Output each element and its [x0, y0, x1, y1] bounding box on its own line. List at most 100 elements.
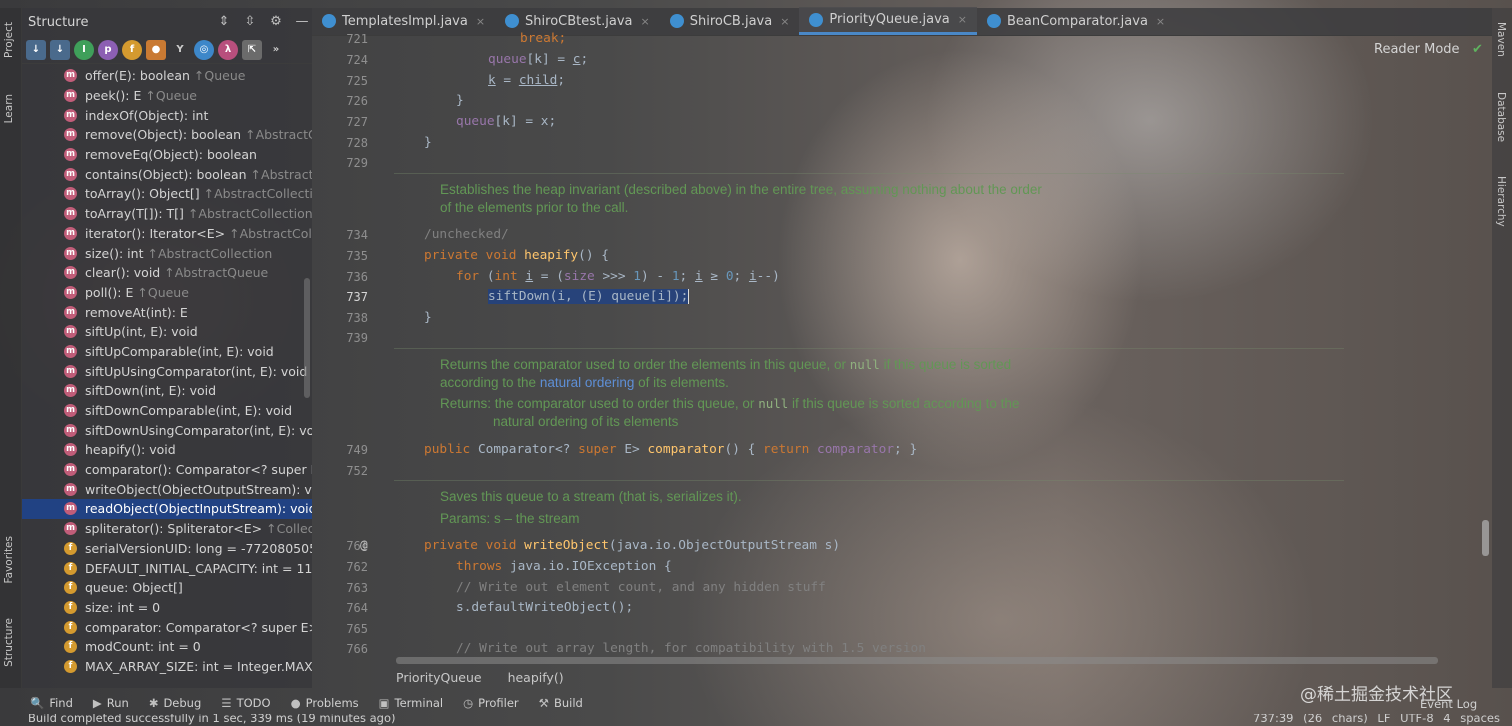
- editor-tab[interactable]: TemplatesImpl.java ×: [312, 7, 495, 35]
- structure-method-item[interactable]: m poll(): E ↑Queue: [22, 283, 312, 303]
- structure-item-origin: ↑Collec: [266, 521, 312, 537]
- code-line: private void writeObject(java.io.ObjectO…: [424, 538, 841, 553]
- structure-method-item[interactable]: m comparator(): Comparator<? super E>: [22, 460, 312, 480]
- hide-panel-icon[interactable]: —: [292, 12, 312, 32]
- structure-field-item[interactable]: f queue: Object[]: [22, 578, 312, 598]
- line-number: 749: [346, 443, 368, 457]
- hierarchy-tool-tab[interactable]: Hierarchy: [1495, 176, 1507, 227]
- project-tool-tab[interactable]: Project: [3, 22, 15, 58]
- structure-method-item[interactable]: m removeAt(int): E: [22, 302, 312, 322]
- sort-visibility-icon[interactable]: ↓: [26, 39, 46, 60]
- show-fields-icon[interactable]: f: [122, 39, 142, 60]
- method-icon: m: [64, 128, 77, 142]
- breadcrumb-method[interactable]: heapify(): [508, 670, 564, 685]
- close-icon[interactable]: ×: [1156, 15, 1165, 28]
- collapse-all-icon[interactable]: ⇳: [240, 12, 260, 32]
- structure-method-item[interactable]: m peek(): E ↑Queue: [22, 86, 312, 106]
- sort-alpha-icon[interactable]: ↓: [50, 39, 70, 60]
- structure-field-item[interactable]: f modCount: int = 0: [22, 637, 312, 657]
- tool-window-terminal[interactable]: ▣ Terminal: [379, 696, 443, 710]
- line-number: 766: [346, 642, 368, 656]
- event-log-button[interactable]: Event Log: [1420, 697, 1477, 711]
- show-lambdas-icon[interactable]: Y: [170, 40, 190, 60]
- horizontal-scrollbar[interactable]: [396, 657, 1438, 664]
- structure-method-item[interactable]: m clear(): void ↑AbstractQueue: [22, 263, 312, 283]
- structure-method-item[interactable]: m remove(Object): boolean↑AbstractCo: [22, 125, 312, 145]
- indent-setting[interactable]: 4 spaces: [1443, 714, 1500, 725]
- structure-method-item[interactable]: m size(): int ↑AbstractCollection: [22, 243, 312, 263]
- gear-icon[interactable]: ⚙: [266, 12, 286, 32]
- structure-item-label: clear(): void: [85, 265, 161, 281]
- structure-method-item[interactable]: m toArray(): Object[]↑AbstractCollection: [22, 184, 312, 204]
- structure-method-item[interactable]: m siftUpComparable(int, E): void: [22, 342, 312, 362]
- show-inherited-icon[interactable]: I: [74, 39, 94, 60]
- structure-panel: Structure ⇕ ⇳ ⚙ — ↓ ↓ I p f ● Y ◎ λ ⇱ » …: [22, 8, 312, 688]
- structure-tool-tab[interactable]: Structure: [3, 618, 15, 667]
- tool-window-todo[interactable]: ☰ TODO: [221, 696, 270, 710]
- structure-item-origin: ↑AbstractCo: [245, 127, 312, 143]
- close-icon[interactable]: ×: [641, 15, 650, 28]
- structure-item-origin: ↑Queue: [137, 284, 189, 300]
- tool-window-build[interactable]: ⚒ Build: [539, 696, 583, 710]
- run-icon: ▶: [92, 696, 102, 710]
- structure-method-item[interactable]: m siftDownUsingComparator(int, E): void: [22, 420, 312, 440]
- structure-method-item[interactable]: m siftUp(int, E): void: [22, 322, 312, 342]
- tool-window-find[interactable]: 🔍 Find: [30, 696, 73, 710]
- show-anonymous-icon[interactable]: ◎: [194, 39, 214, 60]
- vertical-scrollbar[interactable]: [1482, 520, 1489, 556]
- file-encoding[interactable]: UTF-8: [1400, 714, 1434, 725]
- learn-tool-tab[interactable]: Learn: [3, 94, 15, 123]
- structure-method-item[interactable]: m siftDown(int, E): void: [22, 381, 312, 401]
- tool-window-profiler[interactable]: ◷ Profiler: [463, 696, 519, 710]
- structure-item-origin: ↑Queue: [145, 88, 197, 104]
- override-marker-icon[interactable]: @: [360, 538, 368, 553]
- doc-comment: Saves this queue to a stream (that is, s…: [440, 489, 742, 504]
- structure-method-item[interactable]: m heapify(): void: [22, 440, 312, 460]
- reader-mode-button[interactable]: Reader Mode: [1374, 42, 1460, 57]
- method-icon: m: [64, 148, 77, 162]
- editor-tab[interactable]: BeanComparator.java ×: [977, 7, 1175, 35]
- expand-all-icon[interactable]: ⇕: [214, 12, 234, 32]
- natural-ordering-link[interactable]: natural ordering: [540, 375, 635, 390]
- tool-window-run[interactable]: ▶ Run: [93, 696, 129, 710]
- structure-method-item[interactable]: m siftUpUsingComparator(int, E): void: [22, 361, 312, 381]
- tool-window-debug[interactable]: ✱ Debug: [149, 696, 201, 710]
- code-editor[interactable]: break; queue[k] = c; k = child; } queue[…: [360, 31, 1472, 666]
- structure-method-item[interactable]: m siftDownComparable(int, E): void: [22, 401, 312, 421]
- close-icon[interactable]: ×: [476, 15, 485, 28]
- structure-field-item[interactable]: f MAX_ARRAY_SIZE: int = Integer.MAX: [22, 657, 312, 677]
- close-icon[interactable]: ×: [958, 13, 967, 26]
- structure-method-item[interactable]: m writeObject(ObjectOutputStream): vo: [22, 479, 312, 499]
- editor-tab[interactable]: ShiroCB.java ×: [660, 7, 800, 35]
- method-icon: m: [64, 522, 77, 536]
- structure-field-item[interactable]: f DEFAULT_INITIAL_CAPACITY: int = 11: [22, 558, 312, 578]
- method-icon: m: [64, 69, 77, 83]
- tool-window-problems[interactable]: ● Problems: [291, 696, 359, 710]
- editor-tab[interactable]: PriorityQueue.java ×: [799, 7, 977, 35]
- show-properties-icon[interactable]: p: [98, 39, 118, 60]
- close-icon[interactable]: ×: [780, 15, 789, 28]
- show-nonpublic-icon[interactable]: ●: [146, 39, 166, 60]
- structure-method-item[interactable]: m removeEq(Object): boolean: [22, 145, 312, 165]
- line-separator[interactable]: LF: [1377, 714, 1390, 725]
- structure-method-item[interactable]: m contains(Object): boolean↑AbstractC: [22, 164, 312, 184]
- structure-field-item[interactable]: f size: int = 0: [22, 598, 312, 618]
- maven-tool-tab[interactable]: Maven: [1495, 22, 1507, 57]
- structure-method-item[interactable]: m spliterator(): Spliterator<E> ↑Collec: [22, 519, 312, 539]
- autoscroll-icon[interactable]: ⇱: [242, 39, 262, 60]
- show-lambda-icon[interactable]: λ: [218, 39, 238, 60]
- structure-method-item[interactable]: m toArray(T[]): T[] ↑AbstractCollection: [22, 204, 312, 224]
- structure-field-item[interactable]: f comparator: Comparator<? super E>: [22, 617, 312, 637]
- breadcrumb-class[interactable]: PriorityQueue: [396, 670, 482, 685]
- favorites-tool-tab[interactable]: Favorites: [3, 536, 15, 583]
- caret-position[interactable]: 737:39 (26 chars): [1253, 714, 1368, 725]
- field-icon: f: [64, 541, 77, 555]
- structure-scrollbar[interactable]: [304, 278, 310, 398]
- structure-method-item[interactable]: m offer(E): boolean ↑Queue: [22, 66, 312, 86]
- database-tool-tab[interactable]: Database: [1495, 92, 1507, 142]
- more-icon[interactable]: »: [266, 40, 286, 60]
- structure-method-item[interactable]: m iterator(): Iterator<E>↑AbstractColle: [22, 224, 312, 244]
- structure-method-item[interactable]: m readObject(ObjectInputStream): void: [22, 499, 312, 519]
- structure-method-item[interactable]: m indexOf(Object): int: [22, 105, 312, 125]
- structure-field-item[interactable]: f serialVersionUID: long = -7720805057: [22, 539, 312, 559]
